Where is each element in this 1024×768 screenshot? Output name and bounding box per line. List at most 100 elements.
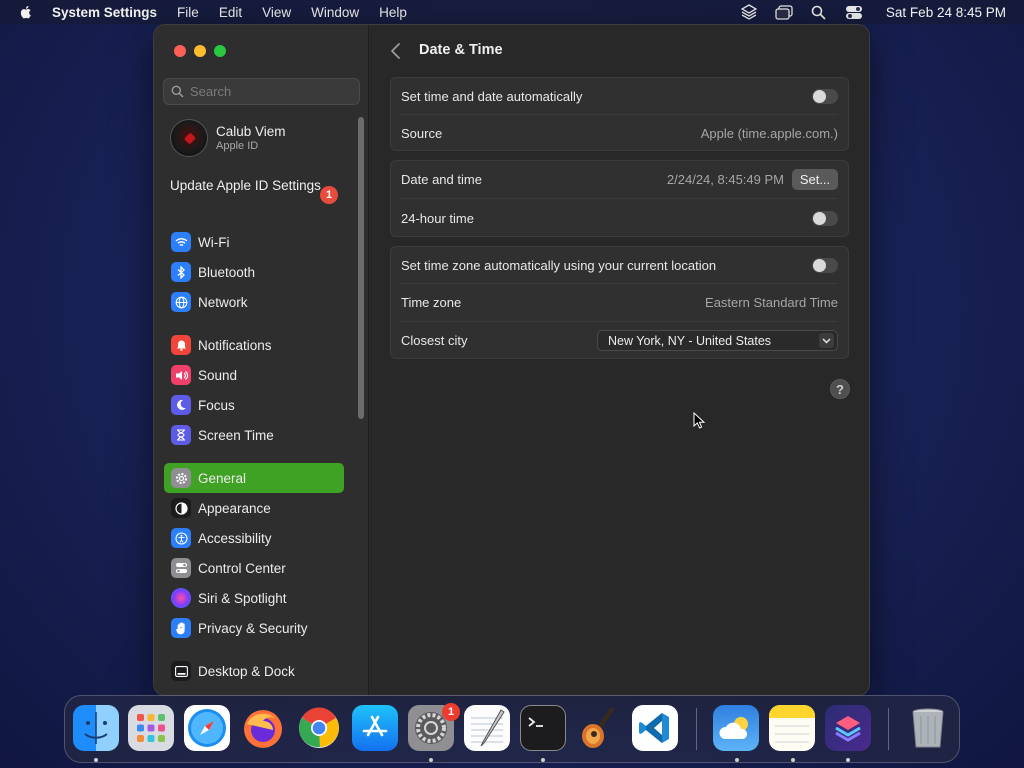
garageband-icon[interactable]: [576, 705, 622, 751]
time-zone-row: Time zone Eastern Standard Time: [391, 284, 848, 321]
time-zone-value: Eastern Standard Time: [705, 295, 838, 310]
running-indicator: [735, 758, 739, 762]
back-chevron-icon[interactable]: [388, 42, 404, 60]
sidebar-item-label: Bluetooth: [198, 264, 256, 280]
shortcuts-icon[interactable]: [825, 705, 871, 751]
sidebar-item-appearance[interactable]: Appearance: [164, 493, 344, 523]
dock-separator: [888, 708, 889, 750]
sidebar-item-bluetooth[interactable]: Bluetooth: [164, 257, 344, 287]
24-hour-time-label: 24-hour time: [401, 210, 474, 226]
menu-bar: System Settings File Edit View Window He…: [0, 0, 1024, 24]
search-input[interactable]: [190, 84, 350, 99]
update-apple-id-settings[interactable]: Update Apple ID Settings: [170, 178, 340, 194]
date-time-label: Date and time: [401, 172, 482, 187]
notes-icon[interactable]: [769, 705, 815, 751]
sidebar-item-label: Focus: [198, 397, 235, 413]
sidebar-item-label: Siri & Spotlight: [198, 590, 287, 606]
terminal-icon[interactable]: [520, 705, 566, 751]
zoom-window-button[interactable]: [214, 45, 226, 57]
time-zone-label: Time zone: [401, 295, 462, 310]
menu-clock[interactable]: Sat Feb 24 8:45 PM: [886, 5, 1006, 20]
sidebar-item-screen-time[interactable]: Screen Time: [164, 420, 344, 450]
page-title: Date & Time: [419, 42, 503, 58]
search-icon: [171, 85, 184, 98]
sidebar-group-notifications: Notifications Sound Focus Screen Time: [164, 330, 344, 450]
sidebar-item-network[interactable]: Network: [164, 287, 344, 317]
sidebar-scrollbar[interactable]: [358, 117, 364, 419]
apple-id-account[interactable]: Calub Viem Apple ID: [170, 119, 286, 157]
menu-help[interactable]: Help: [379, 5, 407, 20]
moon-icon: [171, 395, 191, 415]
content-pane: Date & Time Set time and date automatica…: [370, 25, 869, 695]
sidebar-item-label: Privacy & Security: [198, 620, 308, 636]
gear-icon: [171, 468, 191, 488]
sidebar-item-privacy-security[interactable]: Privacy & Security: [164, 613, 344, 643]
sidebar: Calub Viem Apple ID Update Apple ID Sett…: [154, 25, 369, 695]
auto-time-zone-row: Set time zone automatically using your c…: [391, 247, 848, 283]
trash-icon[interactable]: [905, 705, 951, 751]
sidebar-item-sound[interactable]: Sound: [164, 360, 344, 390]
appearance-icon: [171, 498, 191, 518]
control-center-icon[interactable]: [845, 4, 863, 20]
sidebar-item-accessibility[interactable]: Accessibility: [164, 523, 344, 553]
running-indicator: [846, 758, 850, 762]
layers-icon[interactable]: [740, 4, 758, 20]
auto-time-zone-toggle[interactable]: [812, 257, 838, 273]
bluetooth-icon: [171, 262, 191, 282]
hourglass-icon: [171, 425, 191, 445]
textedit-icon[interactable]: [464, 705, 510, 751]
account-name: Calub Viem: [216, 124, 286, 139]
24-hour-time-toggle[interactable]: [812, 210, 838, 226]
set-date-time-button[interactable]: Set...: [792, 169, 838, 190]
sidebar-item-label: Notifications: [198, 337, 272, 353]
auto-time-label: Set time and date automatically: [401, 88, 583, 104]
sidebar-item-focus[interactable]: Focus: [164, 390, 344, 420]
auto-time-toggle[interactable]: [812, 88, 838, 104]
weather-icon[interactable]: [713, 705, 759, 751]
closest-city-row: Closest city New York, NY - United State…: [391, 322, 848, 359]
menu-app-name[interactable]: System Settings: [52, 5, 157, 20]
system-settings-window: Calub Viem Apple ID Update Apple ID Sett…: [154, 25, 869, 695]
account-subtitle: Apple ID: [216, 140, 259, 152]
hand-icon: [171, 618, 191, 638]
closest-city-label: Closest city: [401, 333, 468, 348]
siri-icon: [171, 588, 191, 608]
dock-separator: [696, 708, 697, 750]
menu-window[interactable]: Window: [311, 5, 359, 20]
safari-icon[interactable]: [184, 705, 230, 751]
sidebar-item-label: Appearance: [198, 500, 271, 516]
dock-icon: [171, 661, 191, 681]
sidebar-item-wifi[interactable]: Wi-Fi: [164, 227, 344, 257]
closest-city-select[interactable]: New York, NY - United States: [597, 330, 838, 351]
sidebar-item-label: Accessibility: [198, 530, 272, 546]
help-button[interactable]: ?: [830, 379, 850, 399]
sidebar-item-control-center[interactable]: Control Center: [164, 553, 344, 583]
running-indicator: [791, 758, 795, 762]
launchpad-icon[interactable]: [128, 705, 174, 751]
sidebar-item-label: Control Center: [198, 560, 286, 576]
sidebar-item-desktop-dock[interactable]: Desktop & Dock: [164, 656, 344, 686]
firefox-icon[interactable]: [240, 705, 286, 751]
auto-time-zone-label: Set time zone automatically using your c…: [401, 257, 717, 273]
vscode-icon[interactable]: [632, 705, 678, 751]
sidebar-item-siri-spotlight[interactable]: Siri & Spotlight: [164, 583, 344, 613]
automatic-time-group: Set time and date automatically Source A…: [390, 77, 849, 151]
sidebar-item-general[interactable]: General: [164, 463, 344, 493]
menu-edit[interactable]: Edit: [219, 5, 242, 20]
sidebar-item-notifications[interactable]: Notifications: [164, 330, 344, 360]
spotlight-search-icon[interactable]: [810, 4, 828, 20]
running-indicator: [429, 758, 433, 762]
menu-view[interactable]: View: [262, 5, 291, 20]
sidebar-item-label: Screen Time: [198, 427, 274, 443]
close-window-button[interactable]: [174, 45, 186, 57]
menu-file[interactable]: File: [177, 5, 199, 20]
app-store-icon[interactable]: [352, 705, 398, 751]
apple-logo-icon[interactable]: [18, 4, 34, 20]
stage-manager-icon[interactable]: [775, 4, 793, 20]
chrome-icon[interactable]: [296, 705, 342, 751]
minimize-window-button[interactable]: [194, 45, 206, 57]
finder-icon[interactable]: [73, 705, 119, 751]
date-time-row: Date and time 2/24/24, 8:45:49 PM Set...: [391, 161, 848, 198]
control-center-icon: [171, 558, 191, 578]
sidebar-search[interactable]: [163, 78, 360, 105]
